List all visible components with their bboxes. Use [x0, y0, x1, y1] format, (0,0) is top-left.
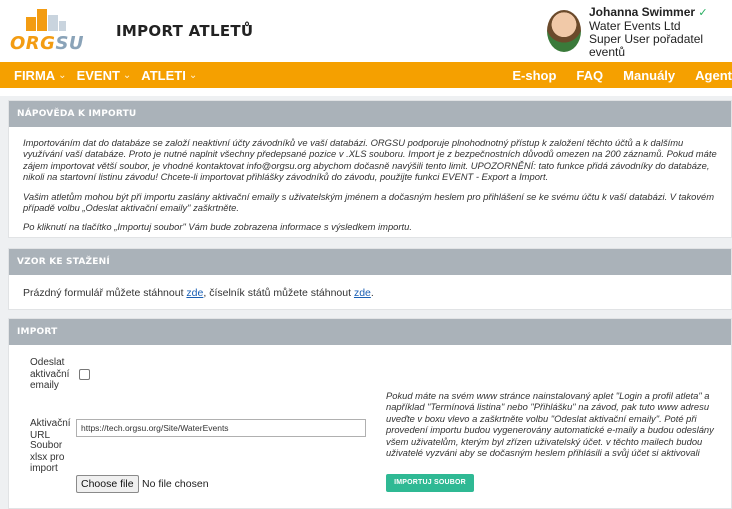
- file-label: Soubor xlsx pro import: [30, 440, 65, 474]
- help-paragraph: Importováním dat do databáze se založí n…: [23, 137, 717, 183]
- download-panel: VZOR KE STAŽENÍ Prázdný formulář můžete …: [8, 248, 732, 310]
- avatar[interactable]: [547, 10, 581, 52]
- download-form-link[interactable]: zde: [186, 287, 203, 299]
- orgsu-logo[interactable]: ORGSU: [10, 9, 84, 54]
- chevron-down-icon: ⌄: [58, 69, 67, 81]
- download-countries-link[interactable]: zde: [354, 287, 371, 299]
- app-header: ORGSU IMPORT ATLETŮ Johanna Swimmer ✓ Wa…: [0, 0, 732, 62]
- logo-text: ORGSU: [10, 33, 85, 54]
- logo-mark: [26, 9, 66, 33]
- no-file-text: No file chosen: [142, 478, 209, 490]
- user-name: Johanna Swimmer: [589, 5, 696, 19]
- help-panel: NÁPOVĚDA K IMPORTU Importováním dat do d…: [8, 100, 732, 238]
- help-paragraph: Vašim atletům mohou být při importu zasl…: [23, 190, 715, 214]
- nav-event[interactable]: EVENT ⌄: [77, 68, 132, 83]
- nav-agent[interactable]: Agent: [695, 68, 732, 83]
- nav-manualy[interactable]: Manuály: [623, 68, 675, 83]
- import-side-note: Pokud máte na svém www stránce nainstalo…: [386, 390, 714, 459]
- help-paragraph: Po kliknutí na tlačítko „Importuj soubor…: [23, 221, 412, 233]
- import-file-button[interactable]: IMPORTUJ SOUBOR: [386, 474, 474, 492]
- choose-file-button[interactable]: Choose file: [76, 475, 139, 493]
- send-emails-checkbox[interactable]: [79, 369, 90, 380]
- chevron-down-icon[interactable]: ✓: [698, 7, 707, 19]
- main-nav: FIRMA ⌄ EVENT ⌄ ATLETI ⌄ E-shop FAQ Manuály…: [0, 62, 732, 88]
- chevron-down-icon: ⌄: [188, 69, 198, 81]
- user-role: Super User pořadatel eventů: [589, 32, 704, 59]
- chevron-down-icon: ⌄: [122, 69, 132, 81]
- nav-faq[interactable]: FAQ: [576, 68, 603, 83]
- nav-firma[interactable]: FIRMA ⌄: [14, 68, 67, 83]
- download-panel-title: VZOR KE STAŽENÍ: [9, 249, 731, 275]
- help-panel-title: NÁPOVĚDA K IMPORTU: [9, 101, 731, 127]
- help-text: Importováním dat do databáze se založí n…: [9, 127, 731, 233]
- import-panel-title: IMPORT: [9, 319, 731, 345]
- download-text: Prázdný formulář můžete stáhnout zde, čí…: [23, 287, 374, 299]
- activation-url-label: Aktivační URL: [30, 418, 71, 441]
- nav-eshop[interactable]: E-shop: [512, 68, 556, 83]
- page-title: IMPORT ATLETŮ: [116, 22, 254, 40]
- send-emails-label: Odeslat aktivační emaily: [30, 357, 70, 391]
- user-menu[interactable]: Johanna Swimmer ✓ Water Events Ltd Super…: [589, 6, 732, 59]
- activation-url-input[interactable]: https://tech.orgsu.org/Site/WaterEvents: [76, 419, 366, 437]
- nav-atleti[interactable]: ATLETI ⌄: [141, 68, 197, 83]
